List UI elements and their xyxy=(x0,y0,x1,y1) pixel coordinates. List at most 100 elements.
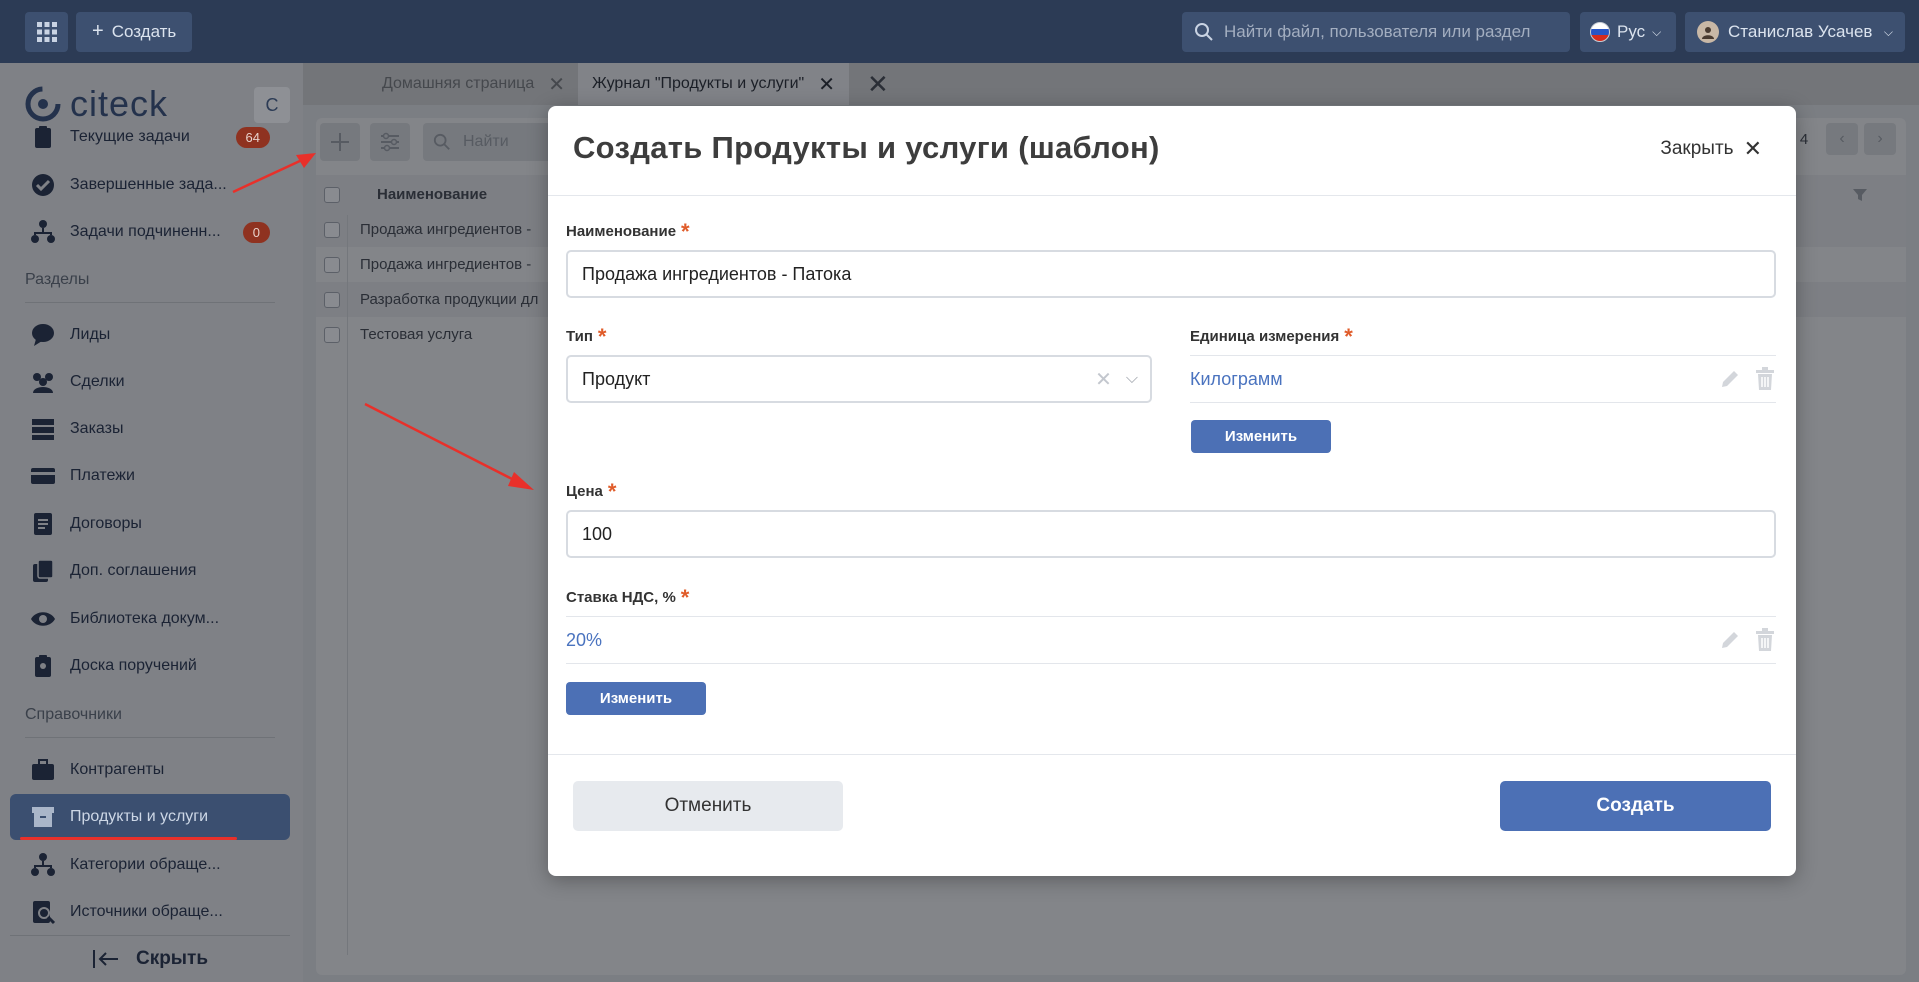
sidebar-item-subordinate-tasks[interactable]: Задачи подчиненн... 0 xyxy=(10,209,290,255)
create-button[interactable]: + Создать xyxy=(76,11,193,52)
count-badge: 64 xyxy=(235,126,270,148)
trash-icon[interactable] xyxy=(1754,367,1776,391)
chevron-down-icon: ⌵ xyxy=(1883,24,1893,39)
sidebar-item-completed-tasks[interactable]: Завершенные зада... xyxy=(10,162,290,208)
row-checkbox[interactable] xyxy=(324,326,340,343)
sidebar-item-request-categories[interactable]: Категории обраще... xyxy=(10,842,290,888)
search-icon xyxy=(1195,23,1213,41)
sidebar-item-leads[interactable]: Лиды xyxy=(10,312,290,358)
document-icon xyxy=(34,513,52,535)
close-all-tabs-icon[interactable]: ✕ xyxy=(853,63,903,105)
select-all-checkbox[interactable] xyxy=(324,187,340,203)
row-checkbox[interactable] xyxy=(324,256,340,273)
hide-sidebar-button[interactable]: Скрыть xyxy=(10,935,290,981)
annotation-underline xyxy=(20,837,237,840)
sidebar-item-assignment-board[interactable]: Доска поручений xyxy=(10,643,290,689)
divider xyxy=(25,302,275,303)
sidebar-item-contracts[interactable]: Договоры xyxy=(10,501,290,547)
cancel-button[interactable]: Отменить xyxy=(573,781,843,831)
hide-label: Скрыть xyxy=(135,947,209,969)
vat-field: 20% xyxy=(566,616,1776,664)
language-selector[interactable]: Рус ⌵ xyxy=(1580,12,1676,52)
required-mark: * xyxy=(607,479,617,504)
user-menu[interactable]: Станислав Усачев ⌵ xyxy=(1685,12,1905,52)
sliders-icon xyxy=(381,132,399,152)
sidebar-item-counterparties[interactable]: Контрагенты xyxy=(10,747,290,793)
close-icon[interactable]: ✕ xyxy=(818,72,835,97)
trash-icon[interactable] xyxy=(1754,628,1776,652)
clear-icon[interactable]: ✕ xyxy=(1095,367,1112,392)
russian-flag-icon xyxy=(1590,22,1610,42)
row-name: Продажа ингредиентов - xyxy=(360,221,532,238)
vat-value-link[interactable]: 20% xyxy=(566,630,602,651)
column-header-name[interactable]: Наименование xyxy=(377,186,487,203)
name-input[interactable]: Продажа ингредиентов - Патока xyxy=(566,250,1776,298)
sidebar-item-label: Категории обраще... xyxy=(70,856,221,873)
eye-icon xyxy=(31,612,55,626)
journal-search[interactable]: Найти xyxy=(423,123,553,161)
row-checkbox[interactable] xyxy=(324,221,340,238)
plus-icon xyxy=(331,133,349,151)
sidebar-item-payments[interactable]: Платежи xyxy=(10,453,290,499)
sidebar-item-label: Заказы xyxy=(70,420,124,437)
journal-search-placeholder: Найти xyxy=(463,133,509,150)
org-icon xyxy=(31,853,55,876)
close-icon[interactable]: ✕ xyxy=(548,72,565,97)
sidebar-item-document-library[interactable]: Библиотека докум... xyxy=(10,596,290,642)
field-actions xyxy=(1718,628,1776,652)
sidebar-item-label: Сделки xyxy=(70,373,125,390)
sidebar-item-products-services[interactable]: Продукты и услуги xyxy=(10,794,290,840)
add-record-button[interactable] xyxy=(320,123,360,161)
global-search[interactable] xyxy=(1182,12,1570,52)
change-vat-button[interactable]: Изменить xyxy=(566,682,706,715)
count-badge: 0 xyxy=(242,221,270,243)
close-label: Закрыть xyxy=(1660,138,1734,159)
clipboard-user-icon xyxy=(35,655,51,677)
column-divider xyxy=(347,215,348,955)
sidebar-item-label: Источники обраще... xyxy=(70,903,223,920)
box-icon xyxy=(32,807,54,827)
search-doc-icon xyxy=(33,901,56,925)
sidebar-item-deals[interactable]: Сделки xyxy=(10,359,290,405)
tab-home[interactable]: Домашняя страница ✕ xyxy=(368,63,579,105)
sidebar-item-label: Текущие задачи xyxy=(70,128,190,145)
button-label: Изменить xyxy=(599,690,673,707)
sidebar-item-label: Договоры xyxy=(70,515,142,532)
type-select[interactable]: Продукт ✕ ⌵ xyxy=(566,355,1152,403)
pencil-icon[interactable] xyxy=(1718,628,1742,652)
sidebar-item-current-tasks[interactable]: Текущие задачи 64 xyxy=(10,114,290,160)
sidebar-item-orders[interactable]: Заказы xyxy=(10,406,290,452)
plus-icon: + xyxy=(92,20,104,42)
change-unit-button[interactable]: Изменить xyxy=(1191,420,1331,453)
sidebar-item-label: Задачи подчиненн... xyxy=(70,223,221,240)
sidebar-item-label: Контрагенты xyxy=(70,761,165,778)
next-page-button[interactable]: › xyxy=(1864,123,1896,155)
price-input[interactable]: 100 xyxy=(566,510,1776,558)
sidebar-item-supplements[interactable]: Доп. соглашения xyxy=(10,548,290,594)
row-checkbox[interactable] xyxy=(324,291,340,308)
filter-icon[interactable] xyxy=(1852,187,1868,203)
apps-menu-button[interactable] xyxy=(25,11,68,52)
global-search-input[interactable] xyxy=(1224,22,1554,42)
org-icon xyxy=(31,220,55,243)
tab-bar: Домашняя страница ✕ Журнал "Продукты и у… xyxy=(303,63,1919,105)
button-label: Изменить xyxy=(1224,428,1298,445)
tab-products-journal[interactable]: Журнал "Продукты и услуги" ✕ xyxy=(578,63,849,105)
name-value: Продажа ингредиентов - Патока xyxy=(582,263,852,284)
chevron-down-icon[interactable]: ⌵ xyxy=(1126,370,1138,388)
sidebar-item-request-sources[interactable]: Источники обраще... xyxy=(10,889,290,935)
tab-label: Журнал "Продукты и услуги" xyxy=(592,75,805,92)
divider xyxy=(25,737,275,738)
pencil-icon[interactable] xyxy=(1718,367,1742,391)
unit-value-link[interactable]: Килограмм xyxy=(1190,369,1283,390)
name-field-label: Наименование * xyxy=(566,216,690,244)
modal-close-button[interactable]: Закрыть ✕ xyxy=(1660,136,1762,162)
create-submit-button[interactable]: Создать xyxy=(1500,781,1771,831)
price-value: 100 xyxy=(582,523,613,544)
label-text: Наименование xyxy=(566,223,677,240)
settings-button[interactable] xyxy=(370,123,410,161)
vat-field-label: Ставка НДС, % * xyxy=(566,582,689,610)
prev-page-button[interactable]: ‹ xyxy=(1826,123,1858,155)
modal-header: Создать Продукты и услуги (шаблон) Закры… xyxy=(548,106,1796,196)
price-field-label: Цена * xyxy=(566,476,617,504)
